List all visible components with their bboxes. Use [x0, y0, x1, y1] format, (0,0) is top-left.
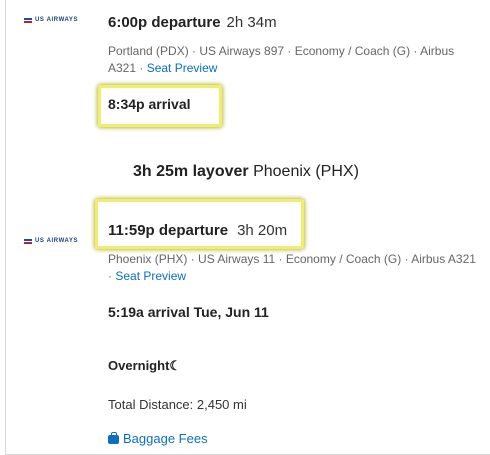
segment1-departure: 6:00p departure 2h 34m	[108, 14, 277, 31]
total-distance: Total Distance: 2,450 mi	[108, 397, 247, 412]
us-airways-flag-icon	[24, 17, 32, 23]
airline-logo: US AIRWAYS	[24, 238, 78, 244]
flight-duration: 2h 34m	[226, 14, 277, 31]
flight-details-line: Portland (PDX) · US Airways 897 · Econom…	[108, 44, 455, 58]
overnight-indicator: Overnight☾	[108, 358, 181, 374]
seat-preview-link[interactable]: Seat Preview	[147, 61, 218, 75]
flight-duration: 3h 20m	[237, 222, 288, 239]
layover-duration: 3h 25m layover	[133, 163, 249, 180]
baggage-fees-link[interactable]: Baggage Fees	[108, 431, 208, 446]
layover-info: 3h 25m layover Phoenix (PHX)	[133, 163, 359, 181]
segment2-departure: 11:59p departure 3h 20m	[108, 222, 287, 239]
briefcase-icon	[108, 432, 119, 444]
flight-details-line: Phoenix (PHX) · US Airways 11 · Economy …	[108, 252, 476, 266]
segment2-arrival: 5:19a arrival Tue, Jun 11	[108, 304, 269, 320]
layover-location: Phoenix (PHX)	[253, 163, 359, 180]
departure-time: 11:59p departure	[108, 222, 229, 239]
moon-icon: ☾	[169, 358, 182, 373]
flight-details-line: A321 ·	[108, 61, 144, 75]
airline-logo-text: US AIRWAYS	[35, 17, 79, 23]
seat-preview-link[interactable]: Seat Preview	[115, 269, 186, 283]
segment1-details: Portland (PDX) · US Airways 897 · Econom…	[108, 43, 454, 77]
overnight-label: Overnight	[108, 358, 170, 373]
baggage-fees-label[interactable]: Baggage Fees	[123, 431, 208, 446]
flight-details-line: ·	[108, 269, 112, 283]
segment2-details: Phoenix (PHX) · US Airways 11 · Economy …	[108, 251, 476, 285]
segment1-arrival: 8:34p arrival	[108, 96, 191, 112]
airline-logo: US AIRWAYS	[24, 17, 78, 23]
departure-time: 6:00p departure	[108, 14, 221, 31]
airline-logo-text: US AIRWAYS	[35, 238, 79, 244]
us-airways-flag-icon	[24, 238, 32, 244]
